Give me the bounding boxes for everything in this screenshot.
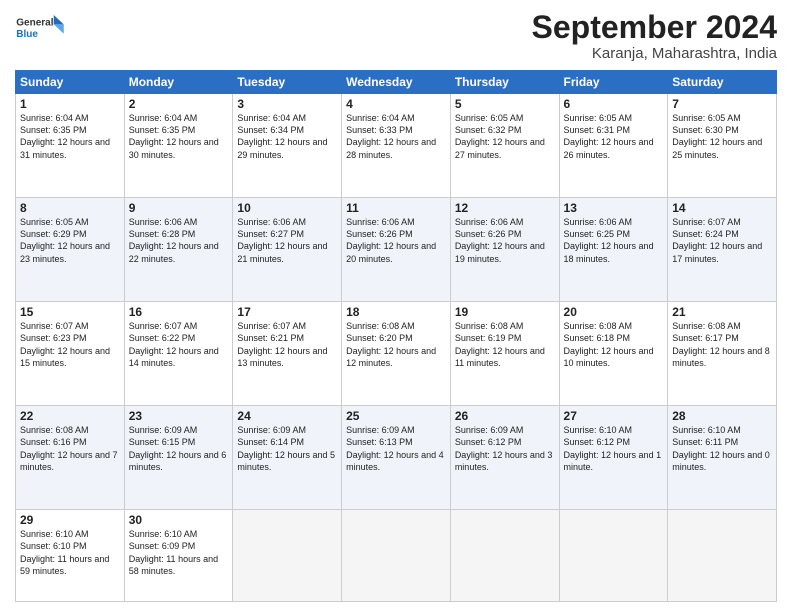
table-row: 16Sunrise: 6:07 AMSunset: 6:22 PMDayligh… [124,302,233,406]
table-row: 11Sunrise: 6:06 AMSunset: 6:26 PMDayligh… [342,198,451,302]
table-row: 7Sunrise: 6:05 AMSunset: 6:30 PMDaylight… [668,94,777,198]
table-row: 28Sunrise: 6:10 AMSunset: 6:11 PMDayligh… [668,406,777,510]
logo-svg: General Blue [15,10,65,48]
table-row: 8Sunrise: 6:05 AMSunset: 6:29 PMDaylight… [16,198,125,302]
table-row: 17Sunrise: 6:07 AMSunset: 6:21 PMDayligh… [233,302,342,406]
table-row [450,510,559,602]
table-row: 20Sunrise: 6:08 AMSunset: 6:18 PMDayligh… [559,302,668,406]
table-row: 22Sunrise: 6:08 AMSunset: 6:16 PMDayligh… [16,406,125,510]
calendar-header-row: Sunday Monday Tuesday Wednesday Thursday… [16,71,777,94]
location-title: Karanja, Maharashtra, India [532,45,777,62]
table-row: 24Sunrise: 6:09 AMSunset: 6:14 PMDayligh… [233,406,342,510]
table-row: 5Sunrise: 6:05 AMSunset: 6:32 PMDaylight… [450,94,559,198]
col-tuesday: Tuesday [233,71,342,94]
col-sunday: Sunday [16,71,125,94]
table-row: 14Sunrise: 6:07 AMSunset: 6:24 PMDayligh… [668,198,777,302]
calendar-table: Sunday Monday Tuesday Wednesday Thursday… [15,70,777,602]
table-row: 3Sunrise: 6:04 AMSunset: 6:34 PMDaylight… [233,94,342,198]
table-row: 6Sunrise: 6:05 AMSunset: 6:31 PMDaylight… [559,94,668,198]
page: General Blue September 2024 Karanja, Mah… [0,0,792,612]
table-row: 4Sunrise: 6:04 AMSunset: 6:33 PMDaylight… [342,94,451,198]
col-thursday: Thursday [450,71,559,94]
table-row: 13Sunrise: 6:06 AMSunset: 6:25 PMDayligh… [559,198,668,302]
col-friday: Friday [559,71,668,94]
table-row: 27Sunrise: 6:10 AMSunset: 6:12 PMDayligh… [559,406,668,510]
logo: General Blue [15,10,65,48]
table-row [342,510,451,602]
title-block: September 2024 Karanja, Maharashtra, Ind… [532,10,777,62]
table-row: 30Sunrise: 6:10 AMSunset: 6:09 PMDayligh… [124,510,233,602]
table-row: 29Sunrise: 6:10 AMSunset: 6:10 PMDayligh… [16,510,125,602]
table-row: 21Sunrise: 6:08 AMSunset: 6:17 PMDayligh… [668,302,777,406]
table-row: 26Sunrise: 6:09 AMSunset: 6:12 PMDayligh… [450,406,559,510]
table-row: 15Sunrise: 6:07 AMSunset: 6:23 PMDayligh… [16,302,125,406]
table-row: 19Sunrise: 6:08 AMSunset: 6:19 PMDayligh… [450,302,559,406]
table-row: 25Sunrise: 6:09 AMSunset: 6:13 PMDayligh… [342,406,451,510]
table-row: 1Sunrise: 6:04 AMSunset: 6:35 PMDaylight… [16,94,125,198]
table-row: 12Sunrise: 6:06 AMSunset: 6:26 PMDayligh… [450,198,559,302]
table-row [559,510,668,602]
svg-text:General: General [16,18,53,29]
table-row: 18Sunrise: 6:08 AMSunset: 6:20 PMDayligh… [342,302,451,406]
table-row: 2Sunrise: 6:04 AMSunset: 6:35 PMDaylight… [124,94,233,198]
table-row [668,510,777,602]
col-saturday: Saturday [668,71,777,94]
col-wednesday: Wednesday [342,71,451,94]
table-row: 10Sunrise: 6:06 AMSunset: 6:27 PMDayligh… [233,198,342,302]
table-row [233,510,342,602]
month-title: September 2024 [532,10,777,45]
svg-text:Blue: Blue [16,29,38,40]
header: General Blue September 2024 Karanja, Mah… [15,10,777,62]
col-monday: Monday [124,71,233,94]
table-row: 23Sunrise: 6:09 AMSunset: 6:15 PMDayligh… [124,406,233,510]
table-row: 9Sunrise: 6:06 AMSunset: 6:28 PMDaylight… [124,198,233,302]
